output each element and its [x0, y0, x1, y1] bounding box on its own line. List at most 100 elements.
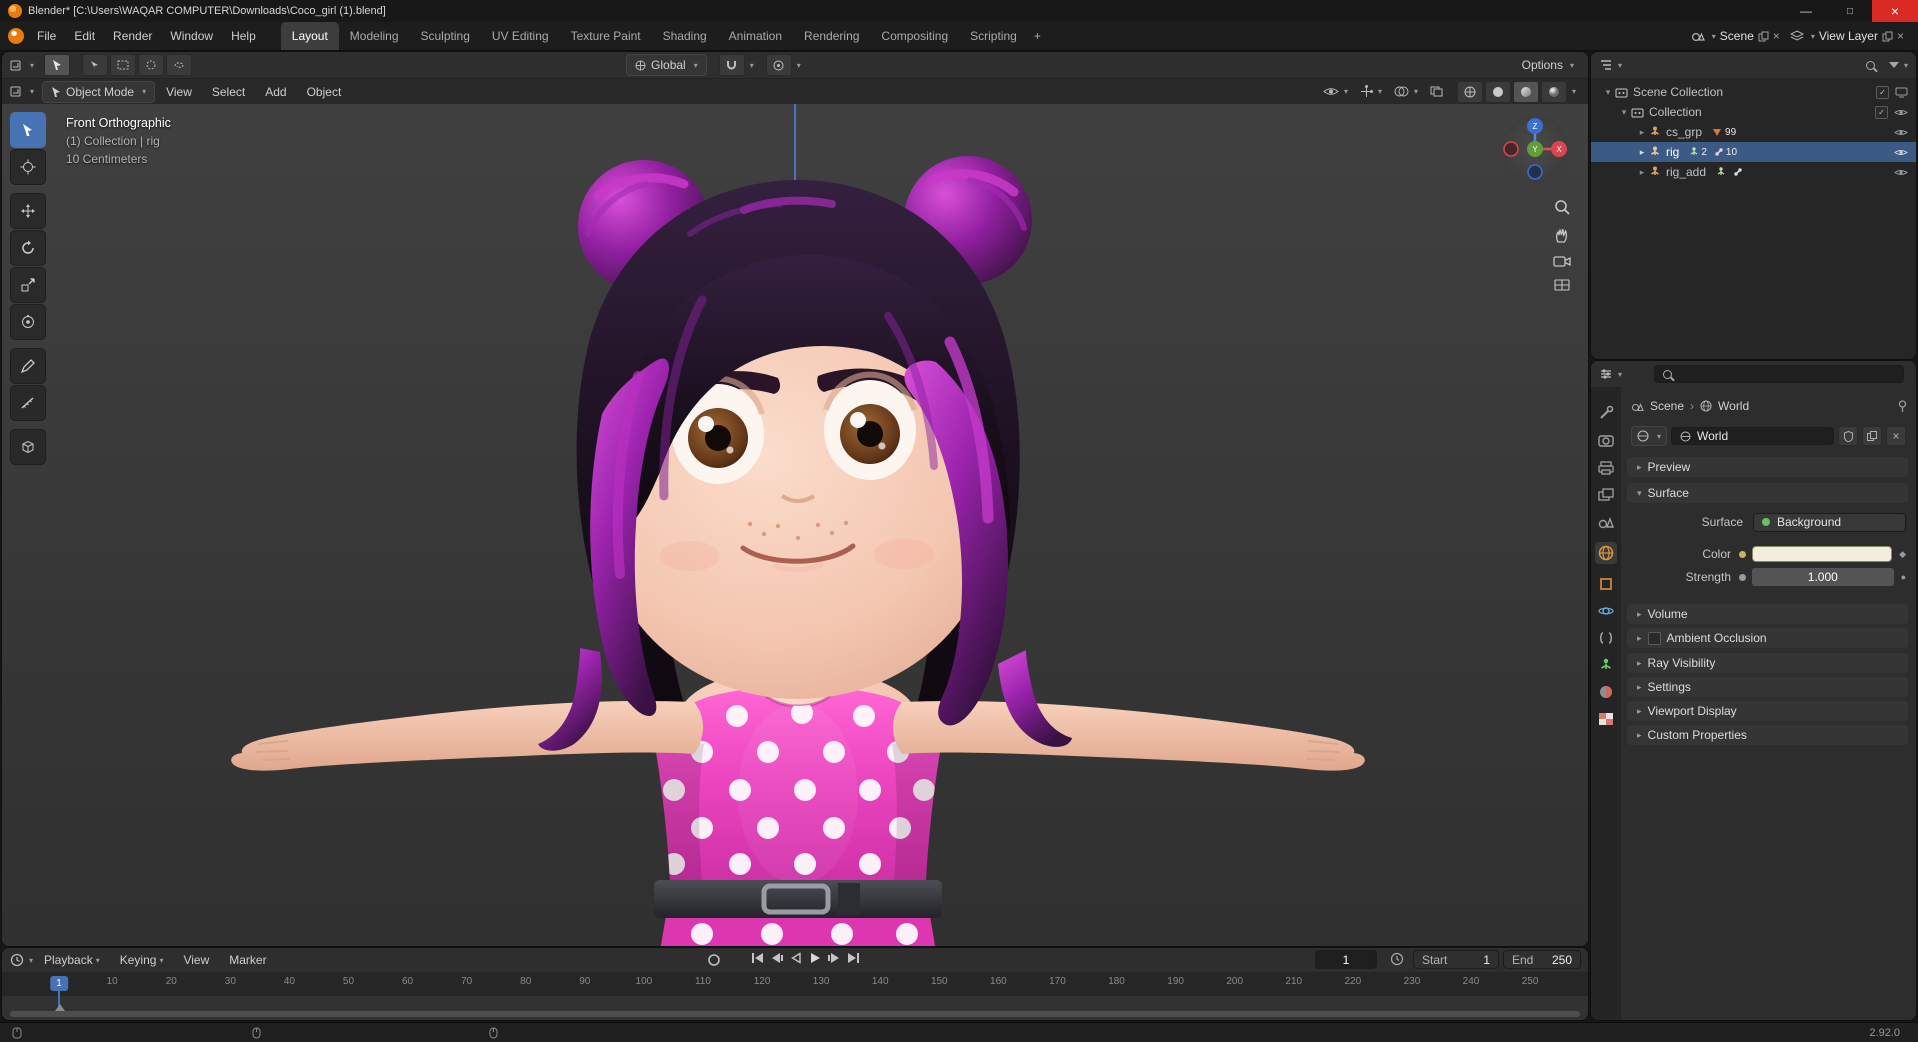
- panel-settings[interactable]: ▸ Settings: [1627, 677, 1908, 697]
- minimize-button[interactable]: —: [1784, 0, 1828, 22]
- start-frame-field[interactable]: Start 1: [1413, 950, 1499, 969]
- workspace-tab-rendering[interactable]: Rendering: [793, 22, 870, 50]
- menu-help[interactable]: Help: [222, 29, 265, 43]
- view-layer-selector[interactable]: ▾ View Layer ×: [1789, 29, 1904, 43]
- keyframe-diamond-icon[interactable]: ◆: [1899, 549, 1906, 560]
- mode-dropdown[interactable]: Object Mode ▾: [42, 80, 156, 103]
- tool-scale-button[interactable]: [10, 267, 46, 303]
- editor-type-outliner-icon[interactable]: [1599, 59, 1613, 71]
- play-button[interactable]: [807, 952, 823, 964]
- collection-checkbox[interactable]: ✓: [1876, 85, 1889, 99]
- shading-solid-button[interactable]: [1484, 80, 1511, 103]
- tool-select-box-button[interactable]: [10, 112, 46, 148]
- keyframe-dot-icon[interactable]: ●: [1901, 572, 1906, 582]
- snap-options-chevron-icon[interactable]: ▾: [750, 61, 754, 70]
- tab-tool-icon[interactable]: [1598, 405, 1614, 421]
- current-frame-field[interactable]: 1: [1315, 950, 1377, 969]
- chevron-down-icon[interactable]: ▾: [1618, 61, 1622, 70]
- tab-scene-icon[interactable]: [1598, 515, 1614, 529]
- timeline-tracks[interactable]: [2, 990, 1588, 1020]
- timeline-menu-marker[interactable]: Marker: [220, 953, 275, 967]
- playhead-handle-icon[interactable]: [55, 1004, 65, 1011]
- collection-checkbox[interactable]: ✓: [1875, 105, 1888, 119]
- workspace-tab-layout[interactable]: Layout: [280, 22, 339, 50]
- disclosure-icon[interactable]: ▸: [1635, 127, 1649, 138]
- next-keyframe-button[interactable]: [826, 952, 842, 964]
- disclosure-icon[interactable]: ▾: [1601, 87, 1615, 98]
- timeline-menu-keying[interactable]: Keying ▾: [111, 953, 173, 967]
- menu-render[interactable]: Render: [104, 29, 161, 43]
- menu-window[interactable]: Window: [161, 29, 222, 43]
- workspace-tab-animation[interactable]: Animation: [718, 22, 793, 50]
- shading-material-button[interactable]: [1512, 80, 1539, 103]
- chevron-down-icon[interactable]: ▾: [1618, 370, 1622, 379]
- maximize-button[interactable]: □: [1828, 0, 1872, 22]
- ambient-occlusion-checkbox[interactable]: [1647, 631, 1661, 645]
- chevron-down-icon[interactable]: ▾: [1414, 87, 1418, 96]
- tool-move-button[interactable]: [10, 193, 46, 229]
- viewport-canvas[interactable]: Front Orthographic (1) Collection | rig …: [2, 104, 1588, 946]
- remove-view-layer-icon[interactable]: ×: [1897, 29, 1904, 43]
- timeline-scrollbar[interactable]: [10, 1011, 1580, 1017]
- tool-rotate-button[interactable]: [10, 230, 46, 266]
- tab-physics-icon[interactable]: [1598, 604, 1614, 618]
- surface-shader-button[interactable]: Background: [1753, 512, 1906, 532]
- tab-object-icon[interactable]: [1598, 577, 1614, 591]
- new-datablock-button[interactable]: [1862, 426, 1882, 446]
- tab-texture-icon[interactable]: [1598, 712, 1614, 726]
- tool-transform-button[interactable]: [10, 304, 46, 340]
- search-icon[interactable]: [1865, 60, 1875, 70]
- jump-to-end-button[interactable]: [845, 952, 861, 964]
- outliner-row-collection[interactable]: ▾ Collection ✓: [1591, 102, 1916, 122]
- pan-hand-icon[interactable]: [1553, 226, 1571, 244]
- blender-menu-icon[interactable]: [8, 28, 24, 44]
- workspace-tab-scripting[interactable]: Scripting: [959, 22, 1028, 50]
- world-browse-button[interactable]: ▾: [1631, 426, 1668, 446]
- chevron-down-icon[interactable]: ▾: [1904, 61, 1908, 70]
- eye-icon[interactable]: [1894, 128, 1908, 137]
- workspace-tab-sculpting[interactable]: Sculpting: [410, 22, 481, 50]
- proportional-editing-button[interactable]: [765, 54, 792, 76]
- eye-icon[interactable]: [1894, 108, 1908, 117]
- panel-custom-properties[interactable]: ▸ Custom Properties: [1627, 725, 1908, 745]
- world-name-field[interactable]: World: [1671, 427, 1834, 445]
- timeline-menu-view[interactable]: View: [174, 953, 218, 967]
- select-mode-lasso-button[interactable]: [166, 54, 193, 76]
- filter-icon[interactable]: [1888, 62, 1899, 68]
- shading-wireframe-button[interactable]: [1456, 80, 1483, 103]
- color-swatch[interactable]: [1752, 546, 1893, 562]
- editor-type-properties-icon[interactable]: [1599, 368, 1613, 380]
- timeline-ruler[interactable]: 10 20 30 40 50 60 70 80 90 100 110 120 130 140 150 160 1…: [2, 972, 1588, 997]
- chevron-down-icon[interactable]: ▾: [30, 61, 34, 70]
- tab-output-icon[interactable]: [1598, 461, 1614, 475]
- gizmos-icon[interactable]: [1360, 85, 1373, 98]
- viewport-menu-select[interactable]: Select: [203, 85, 254, 99]
- options-dropdown[interactable]: Options ▾: [1522, 58, 1574, 72]
- editor-type-3dview-icon[interactable]: [10, 59, 25, 72]
- pin-icon[interactable]: [1897, 399, 1908, 413]
- copy-icon[interactable]: [1882, 31, 1893, 42]
- panel-ray-visibility[interactable]: ▸ Ray Visibility: [1627, 653, 1908, 673]
- jump-to-start-button[interactable]: [750, 952, 766, 964]
- proportional-options-chevron-icon[interactable]: ▾: [797, 61, 801, 70]
- chevron-down-icon[interactable]: ▾: [29, 956, 33, 965]
- overlays-icon[interactable]: [1394, 86, 1409, 97]
- chevron-down-icon[interactable]: ▾: [1378, 87, 1382, 96]
- panel-surface[interactable]: ▾ Surface: [1627, 483, 1908, 503]
- workspace-tab-compositing[interactable]: Compositing: [870, 22, 959, 50]
- copy-icon[interactable]: [1758, 31, 1769, 42]
- outliner-row-cs-grp[interactable]: ▸ cs_grp 99: [1591, 122, 1916, 142]
- end-frame-field[interactable]: End 250: [1503, 950, 1581, 969]
- tab-world-icon[interactable]: [1595, 542, 1617, 564]
- fake-user-shield-button[interactable]: [1838, 426, 1858, 446]
- tool-cursor-button[interactable]: [10, 149, 46, 185]
- play-reverse-button[interactable]: [788, 952, 804, 964]
- viewport-menu-view[interactable]: View: [157, 85, 201, 99]
- select-mode-box-button[interactable]: [110, 54, 137, 76]
- workspace-tab-modeling[interactable]: Modeling: [339, 22, 410, 50]
- tool-annotate-button[interactable]: [10, 348, 46, 384]
- strength-value-slider[interactable]: 1.000: [1752, 568, 1894, 586]
- menu-file[interactable]: File: [28, 29, 65, 43]
- outliner-row-scene-collection[interactable]: ▾ Scene Collection ✓: [1591, 82, 1916, 102]
- tab-view-layer-icon[interactable]: [1598, 488, 1614, 502]
